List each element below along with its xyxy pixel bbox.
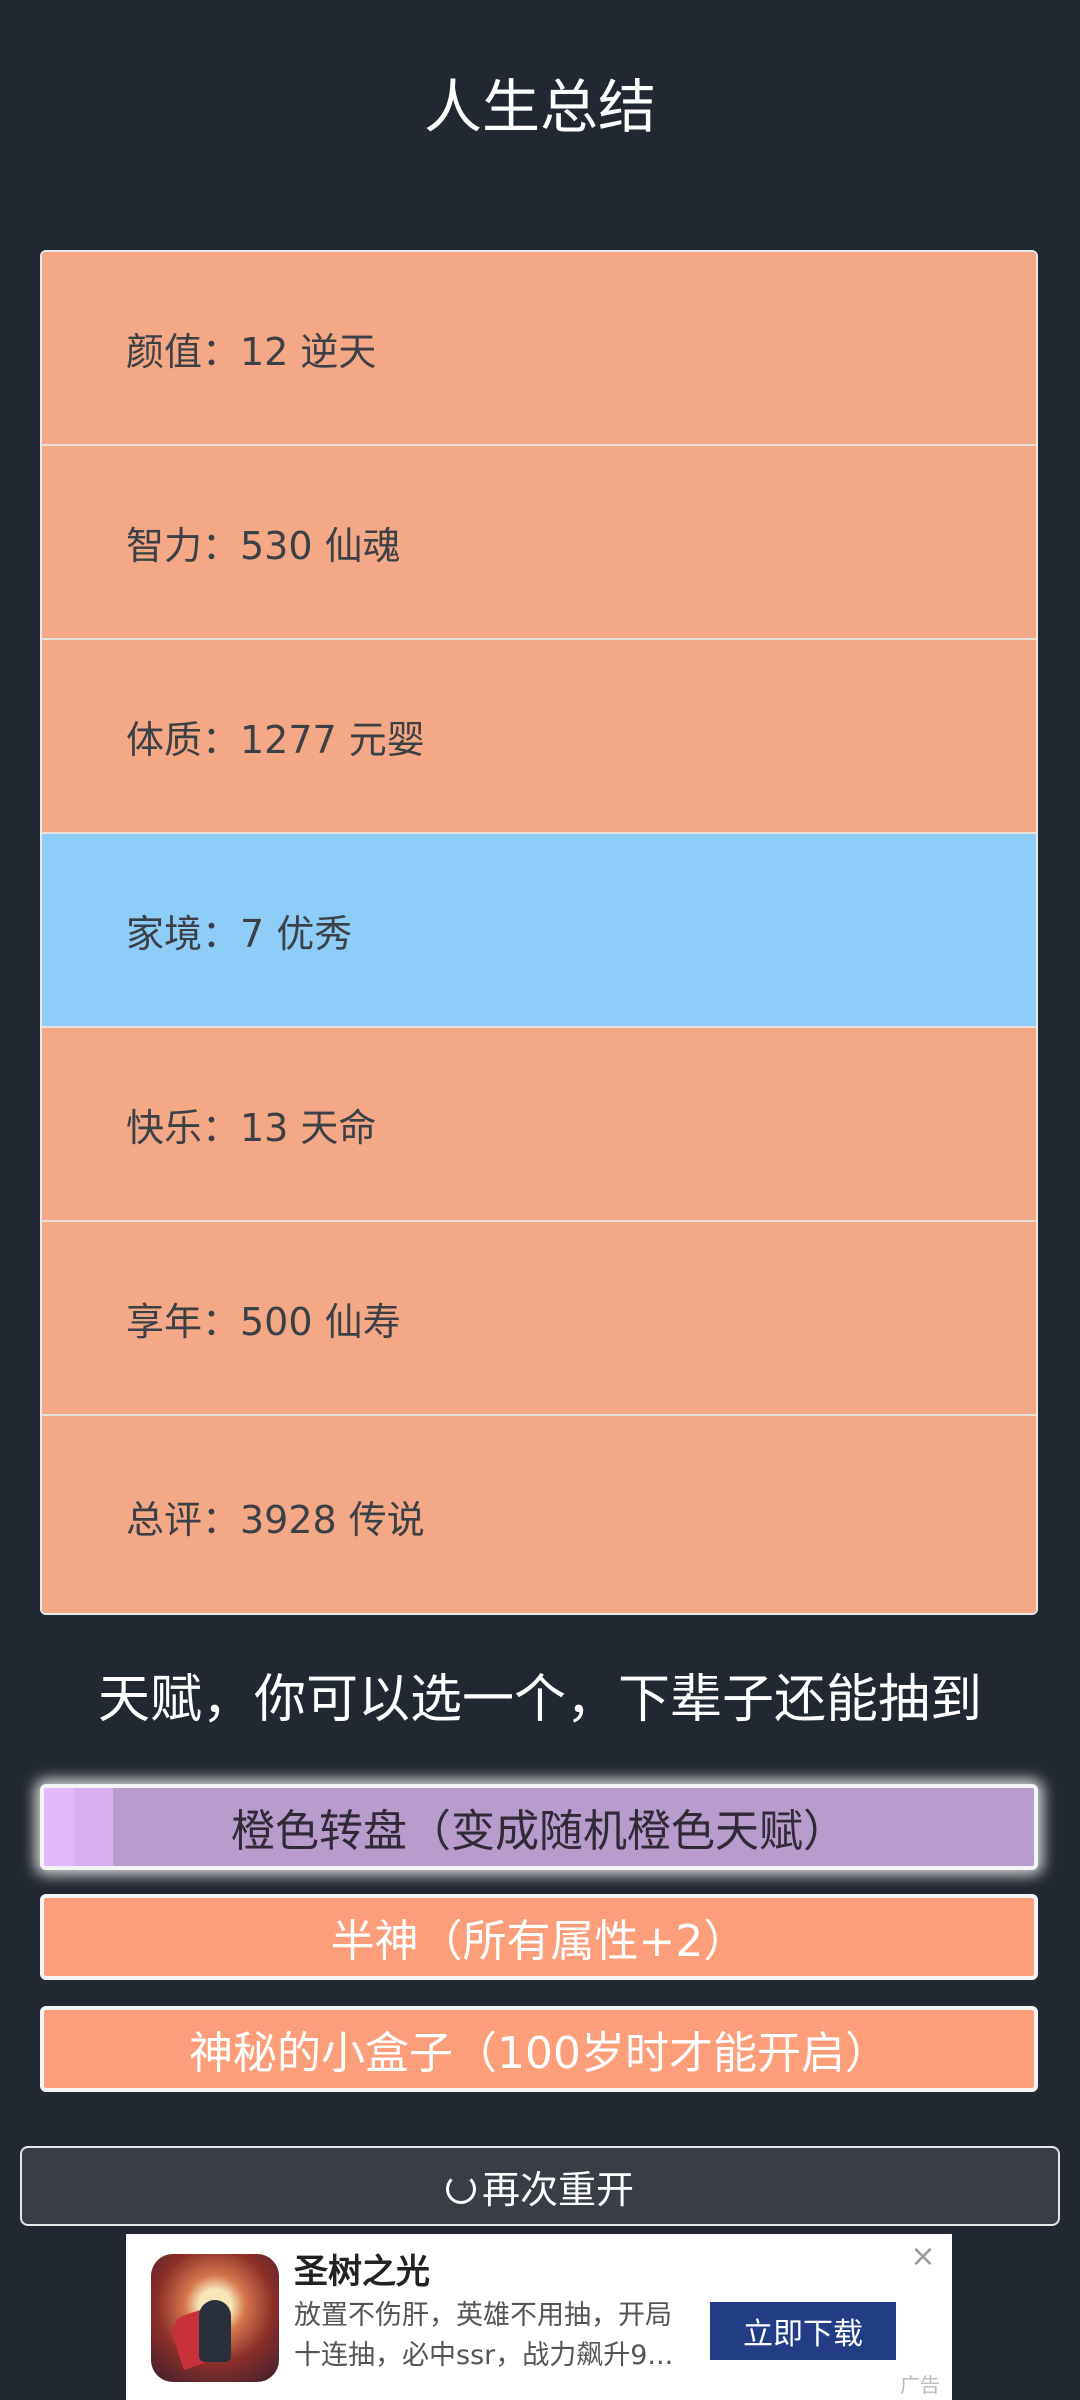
stat-label: 体质：1277 元婴 — [126, 717, 425, 762]
stats-panel: 颜值：12 逆天 智力：530 仙魂 体质：1277 元婴 家境：7 优秀 快乐… — [40, 250, 1038, 1615]
stat-label: 智力：530 仙魂 — [126, 523, 401, 568]
talent-label: 半神（所有属性+2） — [330, 1916, 748, 1967]
stat-row-constitution: 体质：1277 元婴 — [42, 640, 1036, 834]
stat-label: 家境：7 优秀 — [126, 911, 353, 956]
talent-label: 橙色转盘（变成随机橙色天赋） — [231, 1806, 847, 1857]
ad-description: 放置不伤肝，英雄不用抽，开局十连抽，必中ssr，战力飙升9... — [294, 2300, 674, 2371]
ad-banner[interactable]: 圣树之光 放置不伤肝，英雄不用抽，开局十连抽，必中ssr，战力飙升9... 立即… — [126, 2234, 952, 2400]
life-summary-page: 人生总结 颜值：12 逆天 智力：530 仙魂 体质：1277 元婴 家境：7 … — [0, 0, 1080, 2400]
stat-row-lifespan: 享年：500 仙寿 — [42, 1222, 1036, 1416]
ad-app-icon[interactable] — [151, 2254, 279, 2382]
stat-row-overall: 总评：3928 传说 — [42, 1416, 1036, 1613]
stat-row-appearance: 颜值：12 逆天 — [42, 252, 1036, 446]
talent-progress-shade — [73, 1788, 114, 1866]
stat-label: 颜值：12 逆天 — [126, 329, 377, 374]
ad-label: 广告 — [900, 2373, 940, 2397]
close-icon[interactable]: × — [906, 2240, 940, 2274]
talent-heading: 天赋，你可以选一个，下辈子还能抽到 — [97, 1670, 982, 1730]
stat-label: 快乐：13 天命 — [126, 1105, 377, 1150]
restart-button[interactable]: 再次重开 — [20, 2146, 1060, 2226]
stat-row-family: 家境：7 优秀 — [42, 834, 1036, 1028]
ad-app-name[interactable]: 圣树之光 — [294, 2252, 430, 2292]
ad-icon-figure — [199, 2300, 231, 2362]
restart-label: 再次重开 — [481, 2167, 634, 2212]
stat-row-happiness: 快乐：13 天命 — [42, 1028, 1036, 1222]
page-title: 人生总结 — [423, 73, 656, 141]
ad-download-button[interactable]: 立即下载 — [710, 2302, 896, 2360]
stat-label: 总评：3928 传说 — [126, 1498, 425, 1542]
stat-row-intelligence: 智力：530 仙魂 — [42, 446, 1036, 640]
refresh-icon — [445, 2174, 476, 2204]
talent-option-demigod[interactable]: 半神（所有属性+2） — [40, 1894, 1038, 1980]
talent-option-mystery-box[interactable]: 神秘的小盒子（100岁时才能开启） — [40, 2006, 1038, 2092]
talent-option-orange-wheel[interactable]: 橙色转盘（变成随机橙色天赋） — [40, 1784, 1038, 1870]
talent-label: 神秘的小盒子（100岁时才能开启） — [189, 2028, 889, 2079]
stat-label: 享年：500 仙寿 — [126, 1299, 401, 1344]
